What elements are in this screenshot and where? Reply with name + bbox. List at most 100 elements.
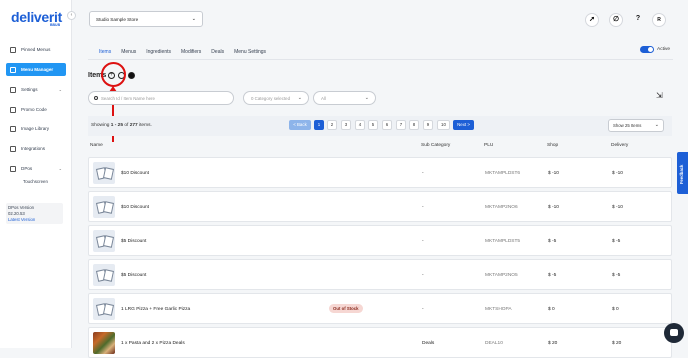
item-delivery-price: $ 0 (612, 307, 619, 312)
column-header-plu[interactable]: PLU (484, 143, 493, 148)
item-sub-category: - (422, 239, 424, 244)
item-name: $10 Discount (121, 171, 149, 176)
attachment-icon[interactable]: ∅ (609, 13, 623, 27)
item-thumbnail (93, 230, 115, 252)
table-row[interactable]: $5 Discount - MKTAMPLDST5 $ -5 $ -5 (88, 225, 672, 256)
column-header-shop[interactable]: Shop (547, 143, 558, 148)
chevron-down-icon: ⌄ (654, 122, 659, 128)
plug-icon (10, 145, 16, 152)
page-button[interactable]: 6 (382, 120, 392, 130)
table-row[interactable]: $5 Discount - MKTAMP2NO5 $ -5 $ -5 (88, 259, 672, 290)
table-row[interactable]: 1 x Pasta and 2 x Pizza Deals Deals DEAL… (88, 327, 672, 358)
sidebar-subitem-touchscreen[interactable]: Touchscreen (23, 179, 48, 184)
sidebar-item-menu-manager[interactable]: Menu Manager (6, 63, 66, 76)
item-thumbnail (93, 264, 115, 286)
item-shop-price: $ 20 (548, 341, 558, 346)
item-thumbnail (93, 298, 115, 320)
item-sub-category: - (422, 205, 424, 210)
search-input[interactable]: Search Id / Item Name here (88, 91, 234, 105)
table-row[interactable]: $10 Discount - MKTAMP2NO6 $ -10 $ -10 (88, 191, 672, 222)
pin-icon (10, 46, 16, 53)
page-button[interactable]: 9 (423, 120, 433, 130)
sidebar-item-label: Menu Manager (21, 67, 54, 72)
table-row[interactable]: $10 Discount - MKTAMPLDST6 $ -10 $ -10 (88, 157, 672, 188)
sidebar-item-label: Settings (21, 87, 38, 92)
status-select[interactable]: All ⌄ (313, 91, 376, 105)
item-thumbnail (93, 196, 115, 218)
page-button[interactable]: 5 (368, 120, 378, 130)
pagination-bar (88, 116, 672, 136)
latest-version-link[interactable]: Latest Version (8, 217, 61, 223)
item-name: $5 Discount (121, 239, 147, 244)
rocket-icon[interactable]: ➚ (585, 13, 599, 27)
page-button[interactable]: 8 (409, 120, 419, 130)
item-sub-category: - (422, 171, 424, 176)
sidebar-item-dpos[interactable]: DPos ⌄ (6, 162, 66, 175)
showing-suffix: items. (137, 123, 152, 128)
category-select-value: 0 Category selected (251, 96, 291, 101)
item-delivery-price: $ 20 (612, 341, 622, 346)
feedback-label: Feedback (679, 164, 684, 184)
table-row[interactable]: 1 LRG Pizza + Free Garlic Pizza Out of S… (88, 293, 672, 324)
export-icon[interactable]: ⇲ (656, 91, 666, 101)
item-sub-category: - (422, 307, 424, 312)
sidebar-item-promo-code[interactable]: Promo Code (6, 103, 66, 116)
delete-item-icon[interactable] (128, 72, 135, 79)
app-logo-sub: BBUB (50, 23, 61, 27)
category-select[interactable]: 0 Category selected ⌄ (243, 91, 309, 105)
search-placeholder: Search Id / Item Name here (101, 96, 155, 101)
chat-icon[interactable] (664, 323, 684, 343)
chevron-down-icon: ⌄ (191, 16, 196, 22)
item-shop-price: $ -10 (548, 205, 559, 210)
column-header-delivery[interactable]: Delivery (611, 143, 628, 148)
sidebar-item-label: DPos (21, 166, 33, 171)
sidebar-item-image-library[interactable]: Image Library (6, 122, 66, 135)
showing-of: of (123, 123, 130, 128)
page-button[interactable]: 2 (327, 120, 337, 130)
next-page-button[interactable]: Next > (453, 120, 474, 130)
collapse-sidebar-icon[interactable]: ‹ (67, 11, 76, 20)
sidebar-item-label: Image Library (21, 126, 50, 131)
sidebar-item-label: Promo Code (21, 107, 47, 112)
active-toggle[interactable] (640, 46, 654, 53)
store-select[interactable]: Studio Sample Store ⌄ (89, 11, 203, 27)
annotation-circle (101, 62, 126, 87)
sidebar-item-integrations[interactable]: Integrations (6, 142, 66, 155)
help-icon[interactable]: ? (631, 13, 645, 27)
item-delivery-price: $ -5 (612, 239, 621, 244)
search-icon (94, 96, 98, 100)
tabs-divider (88, 59, 673, 60)
page-button[interactable]: 3 (341, 120, 351, 130)
showing-range: 1 - 25 (110, 123, 124, 128)
image-icon (10, 125, 16, 132)
avatar[interactable]: R (652, 13, 666, 27)
item-plu: MKTAMP2NO5 (485, 273, 518, 278)
sidebar-item-label: Integrations (21, 146, 46, 151)
item-plu: MKTAMPLDST5 (485, 239, 521, 244)
page-size-select[interactable]: Show 25 Items ⌄ (608, 119, 664, 132)
menu-icon (10, 66, 16, 73)
page-button[interactable]: 4 (355, 120, 365, 130)
sidebar-item-label: Pinned Menus (21, 47, 51, 52)
page-button[interactable]: 7 (396, 120, 406, 130)
chevron-down-icon: ⌄ (297, 95, 302, 101)
page-button[interactable]: 10 (437, 120, 450, 130)
feedback-tab[interactable]: Feedback (677, 152, 688, 194)
item-name: 1 x Pasta and 2 x Pizza Deals (121, 341, 185, 346)
page-button[interactable]: 1 (314, 120, 324, 130)
item-sub-category: - (422, 273, 424, 278)
item-plu: MKTAMPLDST6 (485, 171, 521, 176)
item-shop-price: $ -10 (548, 171, 559, 176)
item-shop-price: $ 0 (548, 307, 555, 312)
column-header-sub-category[interactable]: Sub Category (421, 143, 450, 148)
sidebar-item-settings[interactable]: Settings ⌄ (6, 83, 66, 96)
gear-icon (10, 86, 16, 93)
sidebar-item-pinned-menus[interactable]: Pinned Menus (6, 43, 66, 56)
column-header-name[interactable]: Name (90, 143, 103, 148)
item-thumbnail (93, 162, 115, 184)
prev-page-button[interactable]: < Back (289, 120, 311, 130)
chevron-down-icon: ⌄ (364, 95, 369, 101)
showing-count: Showing 1 - 25 of 277 items. (91, 123, 152, 128)
item-plu: MKTSHOPA (485, 307, 512, 312)
status-select-value: All (321, 96, 326, 101)
